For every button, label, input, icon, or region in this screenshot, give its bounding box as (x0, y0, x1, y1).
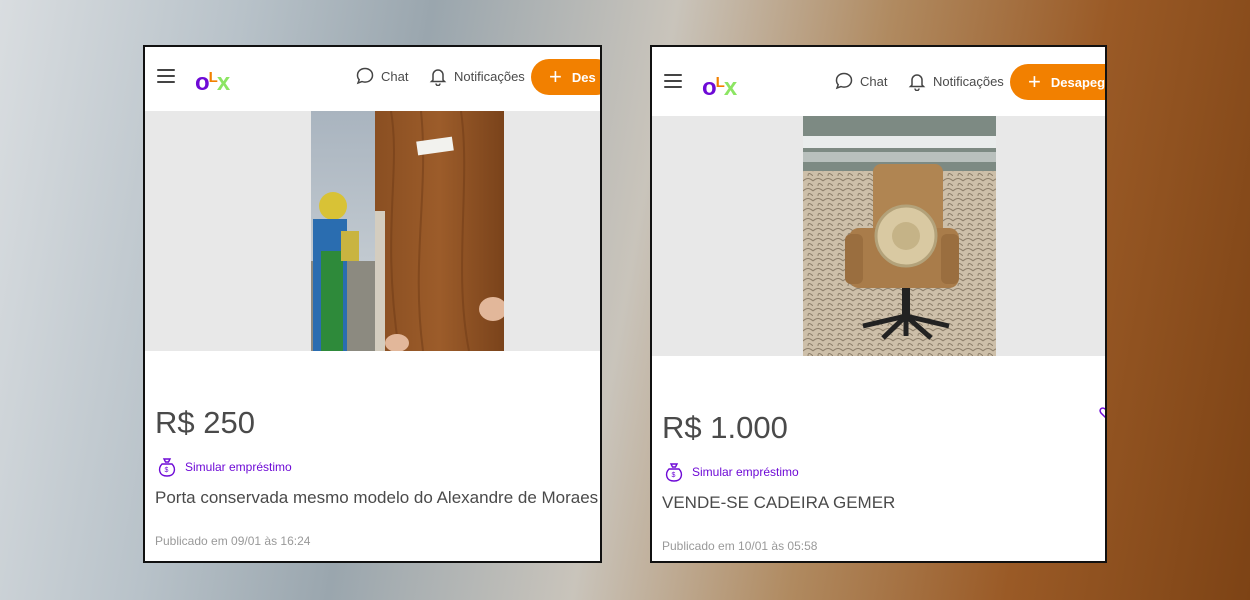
logo-letter-l: L (208, 69, 218, 86)
logo-letter-x: x (216, 69, 230, 96)
olx-logo[interactable]: oLx (195, 61, 230, 100)
hamburger-menu-icon[interactable] (157, 69, 175, 83)
wooden-door-photo[interactable] (311, 111, 504, 351)
photo-gallery[interactable] (652, 116, 1105, 356)
chat-bubble-icon (835, 72, 853, 90)
logo-letter-o: o (195, 69, 210, 96)
simulate-loan-link[interactable]: $ Simular empréstimo (662, 460, 799, 484)
plus-icon: + (549, 64, 562, 89)
hamburger-menu-icon[interactable] (664, 74, 682, 88)
loan-label: Simular empréstimo (185, 460, 292, 474)
svg-text:$: $ (672, 472, 676, 479)
photo-gallery[interactable] (145, 111, 600, 351)
olx-logo[interactable]: oLx (702, 66, 737, 105)
svg-text:$: $ (165, 467, 169, 474)
bell-icon (429, 69, 447, 86)
chat-link[interactable]: Chat (834, 71, 887, 91)
loan-label: Simular empréstimo (692, 465, 799, 479)
logo-letter-o: o (702, 74, 717, 101)
published-date: Publicado em 09/01 às 16:24 (155, 534, 311, 548)
leather-chair-photo[interactable] (803, 116, 996, 356)
advertise-button[interactable]: + Desapeg (1010, 64, 1106, 100)
money-bag-icon: $ (665, 463, 683, 482)
favorite-heart-icon[interactable] (1097, 407, 1107, 419)
listing-card-door: oLx Chat Notificações + Des R$ 250 $ Sim… (143, 45, 602, 563)
listing-card-chair: oLx Chat Notificações + Desapeg R$ 1.000… (650, 45, 1107, 563)
published-date: Publicado em 10/01 às 05:58 (662, 539, 818, 553)
top-header: oLx Chat Notificações + Desapeg (652, 47, 1105, 109)
bell-icon (908, 74, 926, 91)
listing-title: VENDE-SE CADEIRA GEMER (662, 493, 896, 512)
listing-price: R$ 250 (155, 405, 255, 440)
listing-title: Porta conservada mesmo modelo do Alexand… (155, 488, 599, 507)
notifications-link[interactable]: Notificações (907, 71, 1004, 91)
chat-bubble-icon (356, 67, 374, 85)
money-bag-icon: $ (158, 458, 176, 477)
advertise-label: Desapeg (1050, 74, 1106, 90)
top-header: oLx Chat Notificações + Des (145, 47, 600, 109)
advertise-label: Des (571, 69, 596, 85)
chat-link[interactable]: Chat (355, 66, 408, 86)
simulate-loan-link[interactable]: $ Simular empréstimo (155, 455, 292, 479)
listing-price: R$ 1.000 (662, 410, 788, 445)
advertise-button[interactable]: + Des (531, 59, 600, 95)
logo-letter-l: L (715, 74, 725, 91)
plus-icon: + (1028, 69, 1041, 94)
chat-label: Chat (381, 68, 409, 84)
chat-label: Chat (860, 73, 888, 89)
logo-letter-x: x (723, 74, 737, 101)
notifications-label: Notificações (933, 73, 1004, 89)
notifications-link[interactable]: Notificações (428, 66, 525, 86)
notifications-label: Notificações (454, 68, 525, 84)
